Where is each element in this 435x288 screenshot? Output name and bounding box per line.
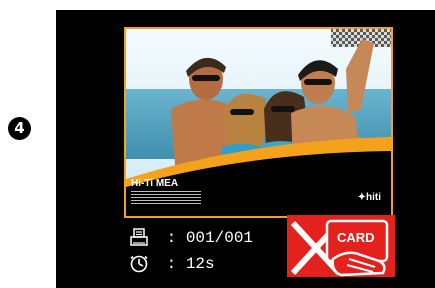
step-number-badge: 4 — [8, 117, 31, 140]
timer-icon — [130, 255, 148, 273]
card-alert: CARD — [287, 215, 395, 277]
logo-mark-icon: ✦ — [357, 192, 366, 203]
time-remaining-row: : 12s — [129, 254, 215, 274]
card-label: CARD — [337, 230, 375, 245]
printer-icon — [130, 228, 148, 246]
print-count-row: : 001/001 — [129, 228, 253, 248]
time-remaining-value: 12s — [185, 255, 215, 274]
hiti-logo: ✦hiti — [357, 192, 381, 203]
printer-screen: Hi-Ti MEA ✦hiti : 001/001 : 12s CARD — [56, 10, 435, 288]
print-count-value: 001/001 — [185, 229, 254, 248]
card-alert-icon: CARD — [290, 219, 389, 277]
photo-preview: Hi-Ti MEA ✦hiti — [124, 27, 393, 218]
photo-brand-text: Hi-Ti MEA — [131, 178, 179, 189]
photo-fine-print — [131, 191, 201, 206]
